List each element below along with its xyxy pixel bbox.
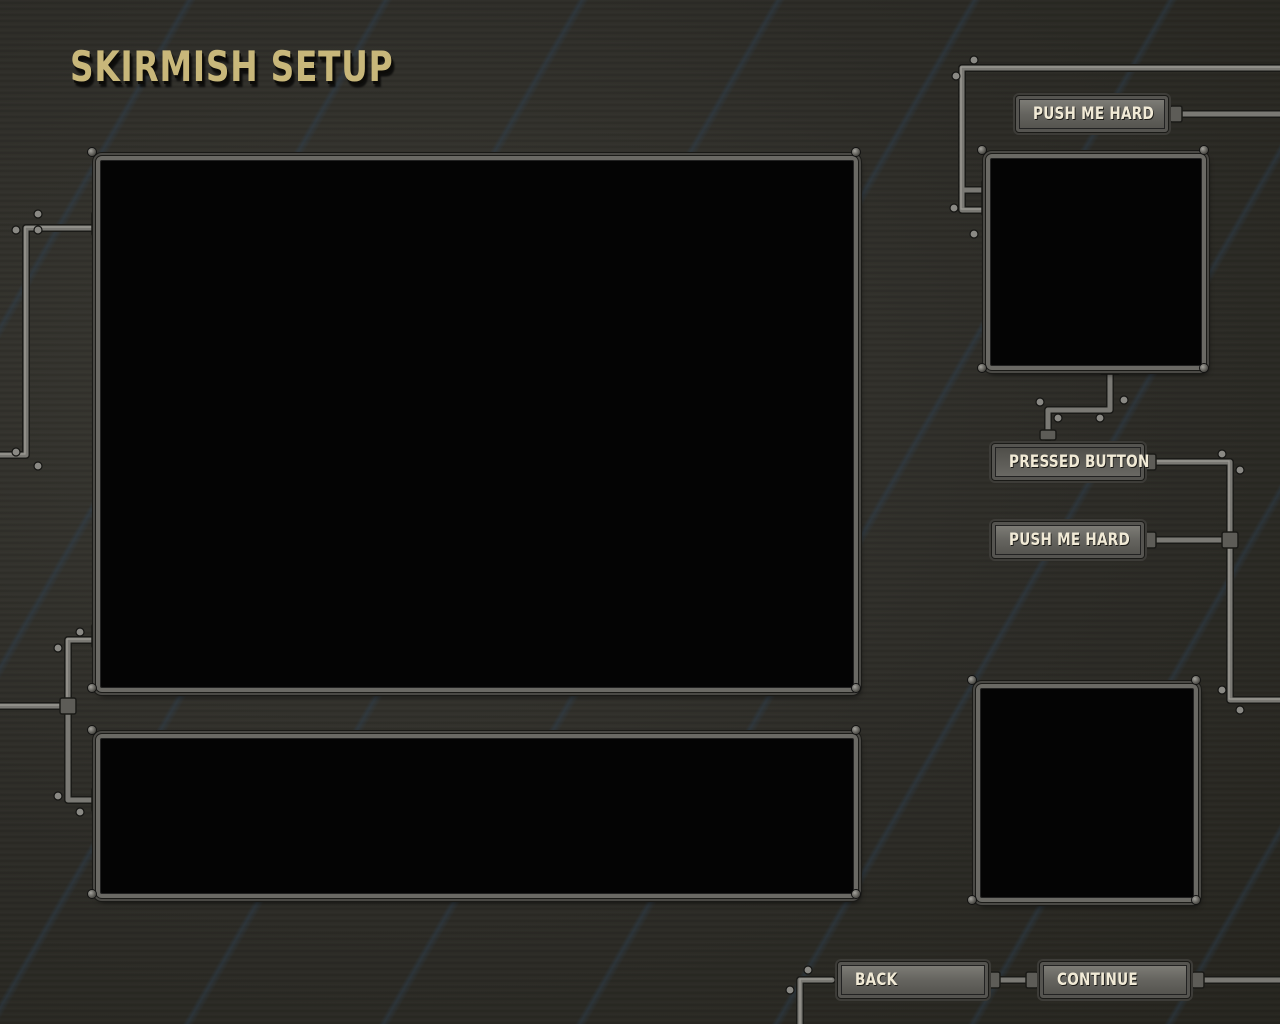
bolt [88, 890, 96, 898]
page-title: SKIRMISH SETUP [70, 42, 394, 91]
continue-button[interactable]: CONTINUE [1040, 962, 1190, 998]
bolt [1200, 364, 1208, 372]
bolt [852, 890, 860, 898]
button-label: CONTINUE [1057, 970, 1138, 990]
back-button[interactable]: BACK [838, 962, 988, 998]
bolt [978, 146, 986, 154]
preview-panel-bottom[interactable] [976, 684, 1198, 902]
bolt [1192, 896, 1200, 904]
bolt [88, 684, 96, 692]
bolt [852, 726, 860, 734]
bolt [1192, 676, 1200, 684]
bolt [978, 364, 986, 372]
button-label: PUSH ME HARD [1009, 530, 1131, 550]
preview-panel-top[interactable] [986, 154, 1206, 370]
bolt [1200, 146, 1208, 154]
bolt [88, 148, 96, 156]
bolt [852, 148, 860, 156]
main-map-panel[interactable] [96, 156, 858, 692]
pressed-button[interactable]: PRESSED BUTTON [992, 444, 1149, 480]
bolt [852, 684, 860, 692]
bolt [968, 896, 976, 904]
bolt [88, 726, 96, 734]
button-label: PRESSED BUTTON [1009, 452, 1150, 472]
push-me-hard-button-middle[interactable]: PUSH ME HARD [992, 522, 1144, 558]
button-label: BACK [855, 970, 898, 990]
push-me-hard-button-top[interactable]: PUSH ME HARD [1016, 96, 1168, 132]
info-panel[interactable] [96, 734, 858, 898]
bolt [968, 676, 976, 684]
button-label: PUSH ME HARD [1033, 104, 1155, 124]
